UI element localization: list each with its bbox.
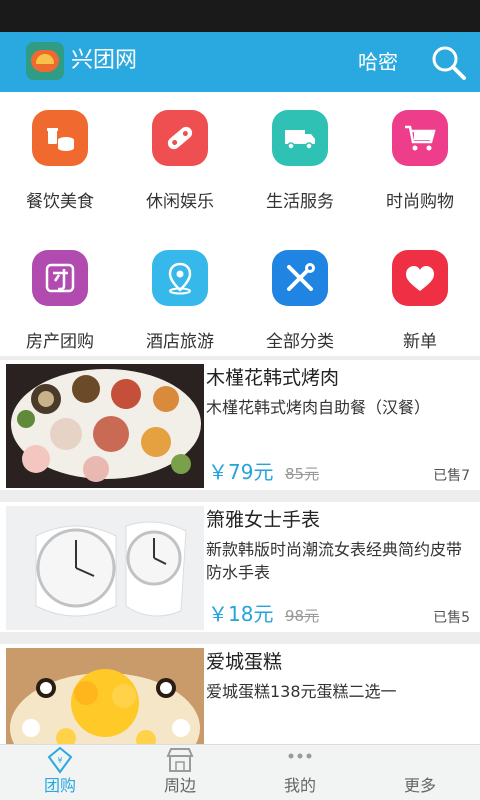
tab-more[interactable]: 更多 — [360, 745, 480, 800]
tab-tuangou[interactable]: ¥ 团购 — [0, 745, 120, 800]
deal-sold-count: 已售5 — [433, 610, 470, 626]
category-label: 时尚购物 — [386, 192, 454, 212]
app-title: 兴团网 — [71, 48, 138, 73]
tab-mine[interactable]: 我的 — [240, 745, 360, 800]
deal-image-watch — [6, 506, 204, 630]
category-grid: 餐饮美食 休闲娱乐 生活服务 时尚购物 房产团购 酒店旅游 全部分类 新单 — [0, 92, 480, 356]
city-selector[interactable]: 哈密 — [358, 48, 398, 76]
category-realestate[interactable]: 房产团购 — [0, 232, 120, 352]
search-icon[interactable] — [430, 44, 468, 82]
tab-label: 我的 — [283, 776, 316, 795]
deal-item[interactable]: 爱城蛋糕 爱城蛋糕138元蛋糕二选一 — [0, 644, 480, 744]
category-label: 休闲娱乐 — [146, 192, 214, 212]
heart-icon — [392, 250, 448, 306]
cart-icon — [392, 110, 448, 166]
deal-sold-count: 已售7 — [433, 468, 470, 484]
tuangou-tab-icon: ¥ — [45, 746, 75, 774]
category-label: 餐饮美食 — [26, 192, 94, 212]
truck-icon — [272, 110, 328, 166]
category-label: 生活服务 — [266, 192, 334, 212]
more-icon — [405, 746, 435, 774]
deal-original-price: 85元 — [285, 465, 320, 483]
deal-item[interactable]: 箫雅女士手表 新款韩版时尚潮流女表经典简约皮带防水手表 ￥18元 98元 已售5 — [0, 502, 480, 632]
location-icon — [152, 250, 208, 306]
category-food[interactable]: 餐饮美食 — [0, 92, 120, 212]
deal-description: 新款韩版时尚潮流女表经典简约皮带防水手表 — [206, 540, 463, 582]
deal-image-bbq — [6, 364, 204, 488]
svg-text:¥: ¥ — [57, 756, 62, 765]
category-label: 酒店旅游 — [146, 332, 214, 352]
app-logo — [26, 42, 64, 80]
deal-image-cake — [6, 648, 204, 744]
deal-description: 木槿花韩式烤肉自助餐（汉餐） — [206, 398, 431, 417]
tab-label: 团购 — [43, 776, 76, 795]
tab-label: 周边 — [163, 776, 196, 795]
deal-original-price: 98元 — [285, 607, 320, 625]
category-shopping[interactable]: 时尚购物 — [360, 92, 480, 212]
category-label: 新单 — [403, 332, 437, 352]
category-label: 房产团购 — [26, 332, 94, 352]
tab-label: 更多 — [403, 776, 436, 795]
deal-title: 木槿花韩式烤肉 — [206, 367, 340, 389]
deal-title: 爱城蛋糕 — [206, 651, 283, 673]
category-entertainment[interactable]: 休闲娱乐 — [120, 92, 240, 212]
deal-list: 木槿花韩式烤肉 木槿花韩式烤肉自助餐（汉餐） ￥79元 85元 已售7 箫雅女士… — [0, 360, 480, 744]
bottom-tab-bar: ¥ 团购 周边 我的 更多 — [0, 744, 480, 800]
deal-item[interactable]: 木槿花韩式烤肉 木槿花韩式烤肉自助餐（汉餐） ￥79元 85元 已售7 — [0, 360, 480, 490]
food-icon — [32, 110, 88, 166]
deal-description: 爱城蛋糕138元蛋糕二选一 — [206, 682, 397, 701]
app-header: 兴团网 哈密 — [0, 32, 480, 92]
deal-title: 箫雅女士手表 — [206, 509, 321, 531]
category-new[interactable]: 新单 — [360, 232, 480, 352]
deal-price: ￥79元 — [208, 460, 274, 484]
category-services[interactable]: 生活服务 — [240, 92, 360, 212]
tab-nearby[interactable]: 周边 — [120, 745, 240, 800]
tools-icon — [272, 250, 328, 306]
category-all[interactable]: 全部分类 — [240, 232, 360, 352]
store-icon — [165, 746, 195, 774]
deal-price: ￥18元 — [208, 602, 274, 626]
status-bar — [0, 0, 480, 32]
category-label: 全部分类 — [266, 332, 334, 352]
category-travel[interactable]: 酒店旅游 — [120, 232, 240, 352]
gamepad-icon — [152, 110, 208, 166]
tuan-icon — [32, 250, 88, 306]
more-dots-icon — [285, 746, 315, 774]
